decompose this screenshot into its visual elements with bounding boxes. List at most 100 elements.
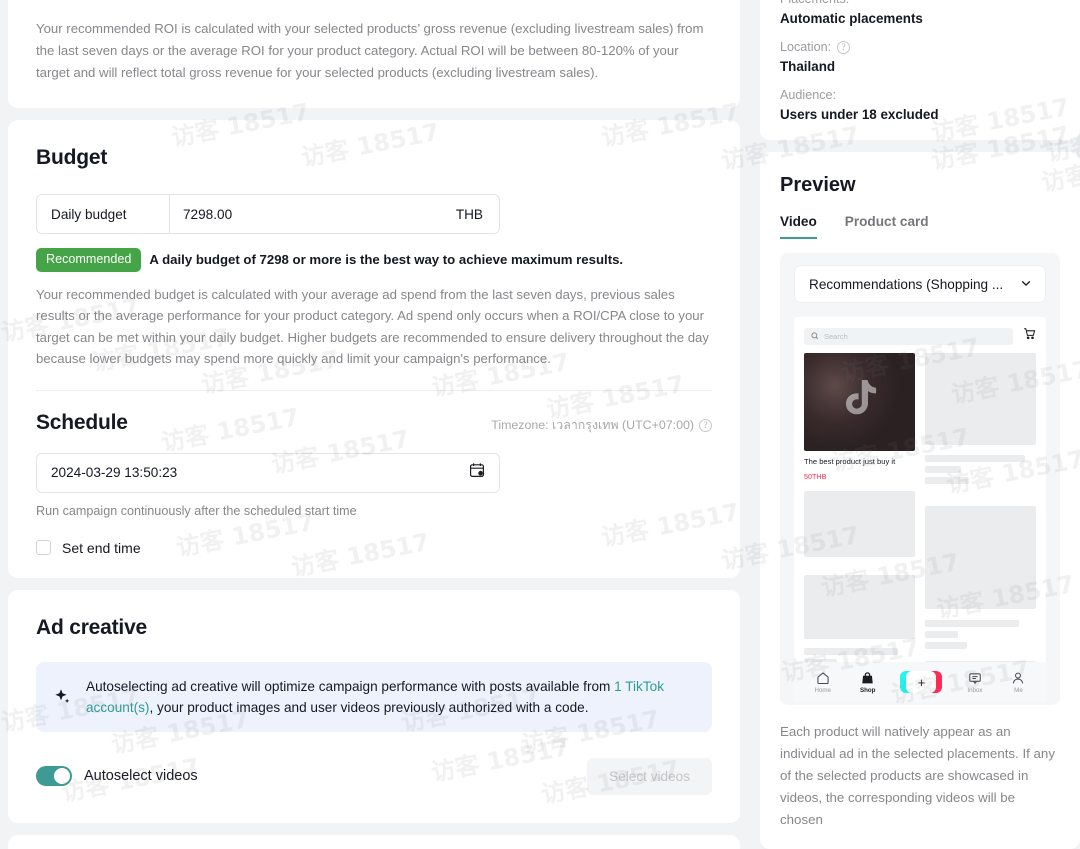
nav-item-create[interactable]: +	[900, 671, 943, 693]
timezone-label: Timezone: เวลากรุงเทพ (UTC+07:00)	[491, 417, 694, 432]
budget-description: Your recommended budget is calculated wi…	[36, 286, 709, 367]
schedule-start-input[interactable]	[51, 465, 431, 481]
form-footer-card	[8, 834, 740, 849]
location-row: Location: ?	[780, 40, 1060, 54]
campaign-setup-page: Recommended ROI 5.5 1 Your recommended R…	[0, 0, 1080, 849]
schedule-header: Schedule Timezone: เวลากรุงเทพ (UTC+07:0…	[36, 411, 712, 435]
nav-label-shop: Shop	[859, 686, 876, 694]
campaign-summary-card: Placements: Automatic placements Locatio…	[760, 0, 1080, 140]
skeleton-line	[925, 631, 959, 638]
budget-title: Budget	[36, 146, 108, 169]
audience-value: Users under 18 excluded	[780, 107, 939, 122]
phone-grid-column-left: The best product just buy it 50THB	[804, 353, 915, 702]
preview-footer-note: Each product will natively appear as an …	[780, 724, 1055, 827]
skeleton-block	[804, 491, 915, 557]
recommended-message: A daily budget of 7298 or more is the be…	[149, 252, 624, 268]
placements-label: Placements:	[780, 0, 1060, 6]
tab-video[interactable]: Video	[780, 214, 817, 239]
roi-description: Your recommended ROI is calculated with …	[36, 21, 704, 80]
home-icon	[817, 671, 829, 684]
roi-header: Recommended ROI 5.5 1	[8, 0, 740, 2]
set-end-time-label: Set end time	[62, 539, 141, 556]
budget-input-group: Daily budget THB	[36, 194, 500, 234]
preview-tabs: Video Product card	[780, 214, 1060, 239]
autoselect-info-box: Autoselecting ad creative will optimize …	[36, 661, 712, 732]
audience-label: Audience:	[780, 88, 837, 102]
product-price: 50THB	[804, 472, 827, 481]
phone-grid-column-right	[925, 353, 1036, 702]
set-end-time-checkbox[interactable]	[36, 540, 51, 556]
location-value: Thailand	[780, 59, 836, 74]
nav-label-me: Me	[1014, 686, 1023, 694]
skeleton-block	[925, 353, 1036, 445]
inbox-icon	[969, 672, 981, 684]
phone-product-grid: The best product just buy it 50THB	[794, 353, 1046, 702]
phone-preview: Search The best product just buy it 50TH…	[794, 317, 1046, 702]
summary-preview-column: Placements: Automatic placements Locatio…	[748, 0, 1080, 849]
autoselect-info-text: Autoselecting ad creative will optimize …	[86, 676, 694, 718]
budget-schedule-divider	[36, 389, 712, 391]
skeleton-line	[925, 466, 961, 473]
nav-label-home: Home	[814, 686, 831, 694]
tiktok-logo-icon	[839, 377, 881, 428]
autoselect-info-prefix: Autoselecting ad creative will optimize …	[86, 678, 615, 694]
budget-amount-input[interactable]	[183, 206, 383, 222]
preview-card: Preview Video Product card Recommendatio…	[760, 152, 1080, 849]
phone-search-placeholder: Search	[824, 331, 848, 341]
nav-item-inbox[interactable]: Inbox	[967, 671, 983, 694]
main-form-column: Recommended ROI 5.5 1 Your recommended R…	[0, 0, 748, 849]
location-help-icon[interactable]: ?	[837, 40, 851, 54]
skeleton-line	[804, 648, 899, 655]
plus-icon[interactable]: +	[900, 671, 943, 693]
bag-icon	[862, 671, 873, 683]
budget-type-select[interactable]: Daily budget	[37, 195, 170, 233]
person-icon	[1013, 672, 1024, 683]
toggle-knob	[54, 768, 70, 785]
roi-info-card: Recommended ROI 5.5 1 Your recommended R…	[8, 0, 740, 108]
ad-creative-card: Ad creative Autoselecting ad creative wi…	[8, 589, 740, 823]
skeleton-block	[804, 575, 915, 639]
calendar-icon[interactable]	[469, 462, 485, 483]
select-videos-button[interactable]: Select videos	[587, 757, 712, 795]
autoselect-videos-toggle[interactable]	[36, 766, 72, 787]
placements-value: Automatic placements	[780, 11, 923, 26]
schedule-title: Schedule	[36, 410, 128, 434]
recommended-badge: Recommended	[36, 248, 142, 272]
preview-title: Preview	[780, 174, 856, 196]
set-end-time-row[interactable]: Set end time	[36, 540, 712, 556]
phone-bottom-nav: Home Shop + Inbox Me	[794, 662, 1046, 702]
tab-product-card[interactable]: Product card	[845, 214, 929, 239]
product-thumbnail[interactable]	[804, 353, 915, 451]
nav-item-shop[interactable]: Shop	[860, 671, 875, 694]
skeleton-line	[925, 642, 968, 649]
autoselect-videos-label: Autoselect videos	[84, 768, 198, 785]
budget-card: Budget Daily budget THB Recommended A da…	[8, 120, 740, 578]
skeleton-line	[925, 455, 1025, 462]
budget-recommendation: Recommended A daily budget of 7298 or mo…	[36, 248, 712, 272]
nav-item-home[interactable]: Home	[814, 671, 831, 694]
placement-select-value: Recommendations (Shopping ...	[809, 276, 1004, 292]
budget-amount-wrap: THB	[170, 195, 499, 233]
search-icon	[811, 332, 819, 340]
run-continuously-note: Run campaign continuously after the sche…	[36, 503, 357, 518]
nav-item-me[interactable]: Me	[1011, 671, 1025, 694]
ad-creative-title: Ad creative	[36, 615, 148, 639]
help-icon[interactable]: ?	[699, 418, 712, 432]
phone-topbar: Search	[794, 317, 1046, 353]
autoselect-info-suffix: , your product images and user videos pr…	[149, 699, 589, 715]
autoselect-toggle-wrap[interactable]: Autoselect videos	[36, 766, 198, 787]
nav-label-inbox: Inbox	[967, 686, 983, 694]
budget-currency: THB	[455, 206, 483, 222]
location-label: Location:	[780, 40, 832, 54]
sparkle-icon	[52, 686, 74, 708]
placement-select[interactable]: Recommendations (Shopping ...	[794, 265, 1046, 303]
chevron-down-icon	[1019, 276, 1033, 293]
schedule-start-field[interactable]	[36, 452, 500, 493]
ad-creative-controls: Autoselect videos Select videos	[36, 757, 712, 795]
timezone-note: Timezone: เวลากรุงเทพ (UTC+07:00) ?	[491, 416, 712, 435]
skeleton-block	[925, 506, 1036, 609]
cart-icon[interactable]	[1023, 327, 1036, 345]
product-title: The best product just buy it	[804, 457, 896, 466]
skeleton-line	[925, 477, 970, 484]
phone-search-bar[interactable]: Search	[804, 327, 1013, 345]
